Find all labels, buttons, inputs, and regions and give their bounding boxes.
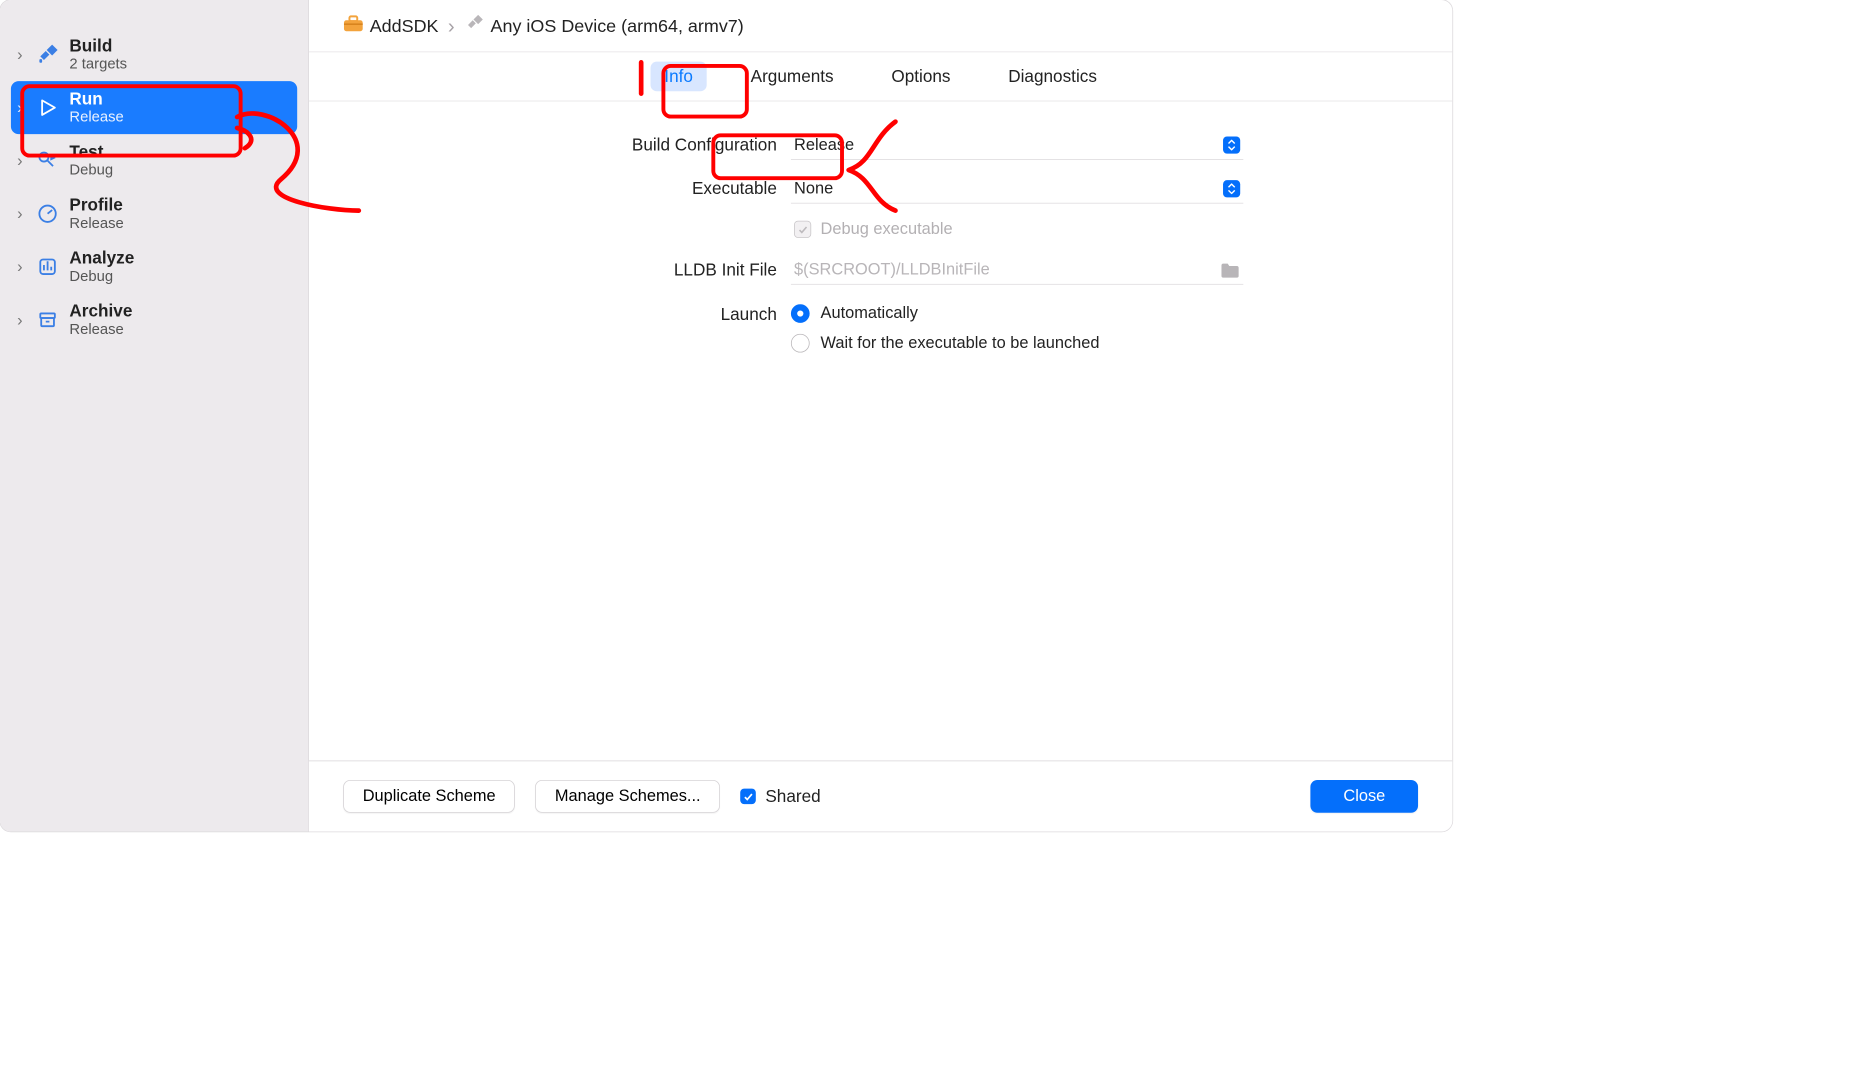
breadcrumb: AddSDK › Any iOS Device (arm64, armv7) — [309, 0, 1452, 51]
chevron-right-icon: › — [14, 261, 26, 273]
analyze-icon — [34, 253, 62, 281]
sidebar-item-subtitle: Release — [69, 215, 123, 232]
sidebar-item-title: Test — [69, 142, 113, 162]
scheme-editor-window: › Build 2 targets › Run Release › — [0, 0, 1452, 831]
hammer-icon — [34, 41, 62, 69]
folder-icon[interactable] — [1220, 261, 1240, 278]
hammer-grey-icon — [464, 14, 484, 37]
shared-label: Shared — [765, 786, 820, 806]
build-configuration-popup[interactable]: Release — [791, 131, 1243, 160]
chevron-right-icon: › — [14, 155, 26, 167]
close-button[interactable]: Close — [1311, 780, 1418, 813]
lldb-placeholder: $(SRCROOT)/LLDBInitFile — [794, 260, 990, 279]
archive-icon — [34, 306, 62, 334]
sidebar-item-subtitle: Release — [69, 109, 123, 126]
row-debug-executable: Debug executable — [340, 211, 1421, 248]
checkbox-on-icon — [740, 789, 756, 805]
chevron-right-icon: › — [448, 14, 455, 38]
sidebar-item-test[interactable]: › Test Debug — [0, 134, 308, 187]
tab-info[interactable]: Info — [650, 62, 707, 92]
tab-bar: Info Arguments Options Diagnostics — [309, 52, 1452, 101]
sidebar-item-analyze[interactable]: › Analyze Debug — [0, 240, 308, 293]
label-build-configuration: Build Configuration — [340, 135, 791, 155]
radio-label: Automatically — [821, 304, 918, 323]
label-lldb: LLDB Init File — [340, 260, 791, 280]
toolbox-icon — [343, 14, 363, 37]
chevron-right-icon: › — [14, 49, 26, 61]
popup-value: Release — [794, 135, 1223, 154]
manage-schemes-button[interactable]: Manage Schemes... — [535, 780, 720, 813]
launch-option-automatically[interactable]: Automatically — [791, 304, 1100, 323]
sidebar-item-title: Analyze — [69, 248, 134, 268]
chevron-right-icon: › — [14, 102, 26, 114]
updown-chevron-icon — [1223, 136, 1240, 153]
executable-popup[interactable]: None — [791, 174, 1243, 203]
scheme-action-sidebar: › Build 2 targets › Run Release › — [0, 0, 309, 831]
gauge-icon — [34, 200, 62, 228]
chevron-right-icon: › — [14, 208, 26, 220]
sidebar-item-subtitle: Release — [69, 321, 132, 338]
info-form: Build Configuration Release Executable N… — [309, 101, 1452, 374]
sidebar-item-archive[interactable]: › Archive Release — [0, 293, 308, 346]
debug-executable-label: Debug executable — [821, 220, 953, 239]
row-launch: Launch Automatically Wait for the execut… — [340, 292, 1421, 353]
sidebar-item-subtitle: Debug — [69, 268, 134, 285]
sidebar-item-title: Archive — [69, 301, 132, 321]
shared-checkbox[interactable]: Shared — [740, 786, 820, 806]
label-launch: Launch — [340, 303, 791, 325]
radio-label: Wait for the executable to be launched — [821, 334, 1100, 353]
debug-executable-checkbox: Debug executable — [791, 220, 953, 239]
radio-on-icon — [791, 304, 810, 323]
chevron-right-icon: › — [14, 314, 26, 326]
sidebar-item-subtitle: Debug — [69, 162, 113, 179]
breadcrumb-project[interactable]: AddSDK — [370, 15, 439, 36]
sidebar-item-subtitle: 2 targets — [69, 56, 127, 73]
duplicate-scheme-button[interactable]: Duplicate Scheme — [343, 780, 515, 813]
checkbox-disabled-icon — [794, 221, 811, 238]
play-icon — [34, 94, 62, 122]
sidebar-item-build[interactable]: › Build 2 targets — [0, 28, 308, 81]
footer-bar: Duplicate Scheme Manage Schemes... Share… — [309, 761, 1452, 832]
sidebar-item-profile[interactable]: › Profile Release — [0, 187, 308, 240]
lldb-init-file-field[interactable]: $(SRCROOT)/LLDBInitFile — [791, 255, 1243, 284]
label-executable: Executable — [340, 179, 791, 199]
sidebar-item-title: Profile — [69, 195, 123, 215]
breadcrumb-target[interactable]: Any iOS Device (arm64, armv7) — [491, 15, 744, 36]
tab-arguments[interactable]: Arguments — [737, 62, 848, 92]
row-build-configuration: Build Configuration Release — [340, 123, 1421, 167]
launch-radio-group: Automatically Wait for the executable to… — [791, 303, 1100, 353]
row-executable: Executable None — [340, 167, 1421, 211]
sidebar-item-title: Build — [69, 36, 127, 56]
sidebar-item-title: Run — [69, 89, 123, 109]
row-lldb-init: LLDB Init File $(SRCROOT)/LLDBInitFile — [340, 248, 1421, 292]
scheme-editor-main: AddSDK › Any iOS Device (arm64, armv7) I… — [309, 0, 1452, 831]
radio-off-icon — [791, 334, 810, 353]
popup-value: None — [794, 179, 1223, 198]
tab-diagnostics[interactable]: Diagnostics — [994, 62, 1111, 92]
wrench-play-icon — [34, 147, 62, 175]
updown-chevron-icon — [1223, 180, 1240, 197]
tab-options[interactable]: Options — [877, 62, 964, 92]
sidebar-item-run[interactable]: › Run Release — [11, 81, 297, 134]
launch-option-wait[interactable]: Wait for the executable to be launched — [791, 334, 1100, 353]
